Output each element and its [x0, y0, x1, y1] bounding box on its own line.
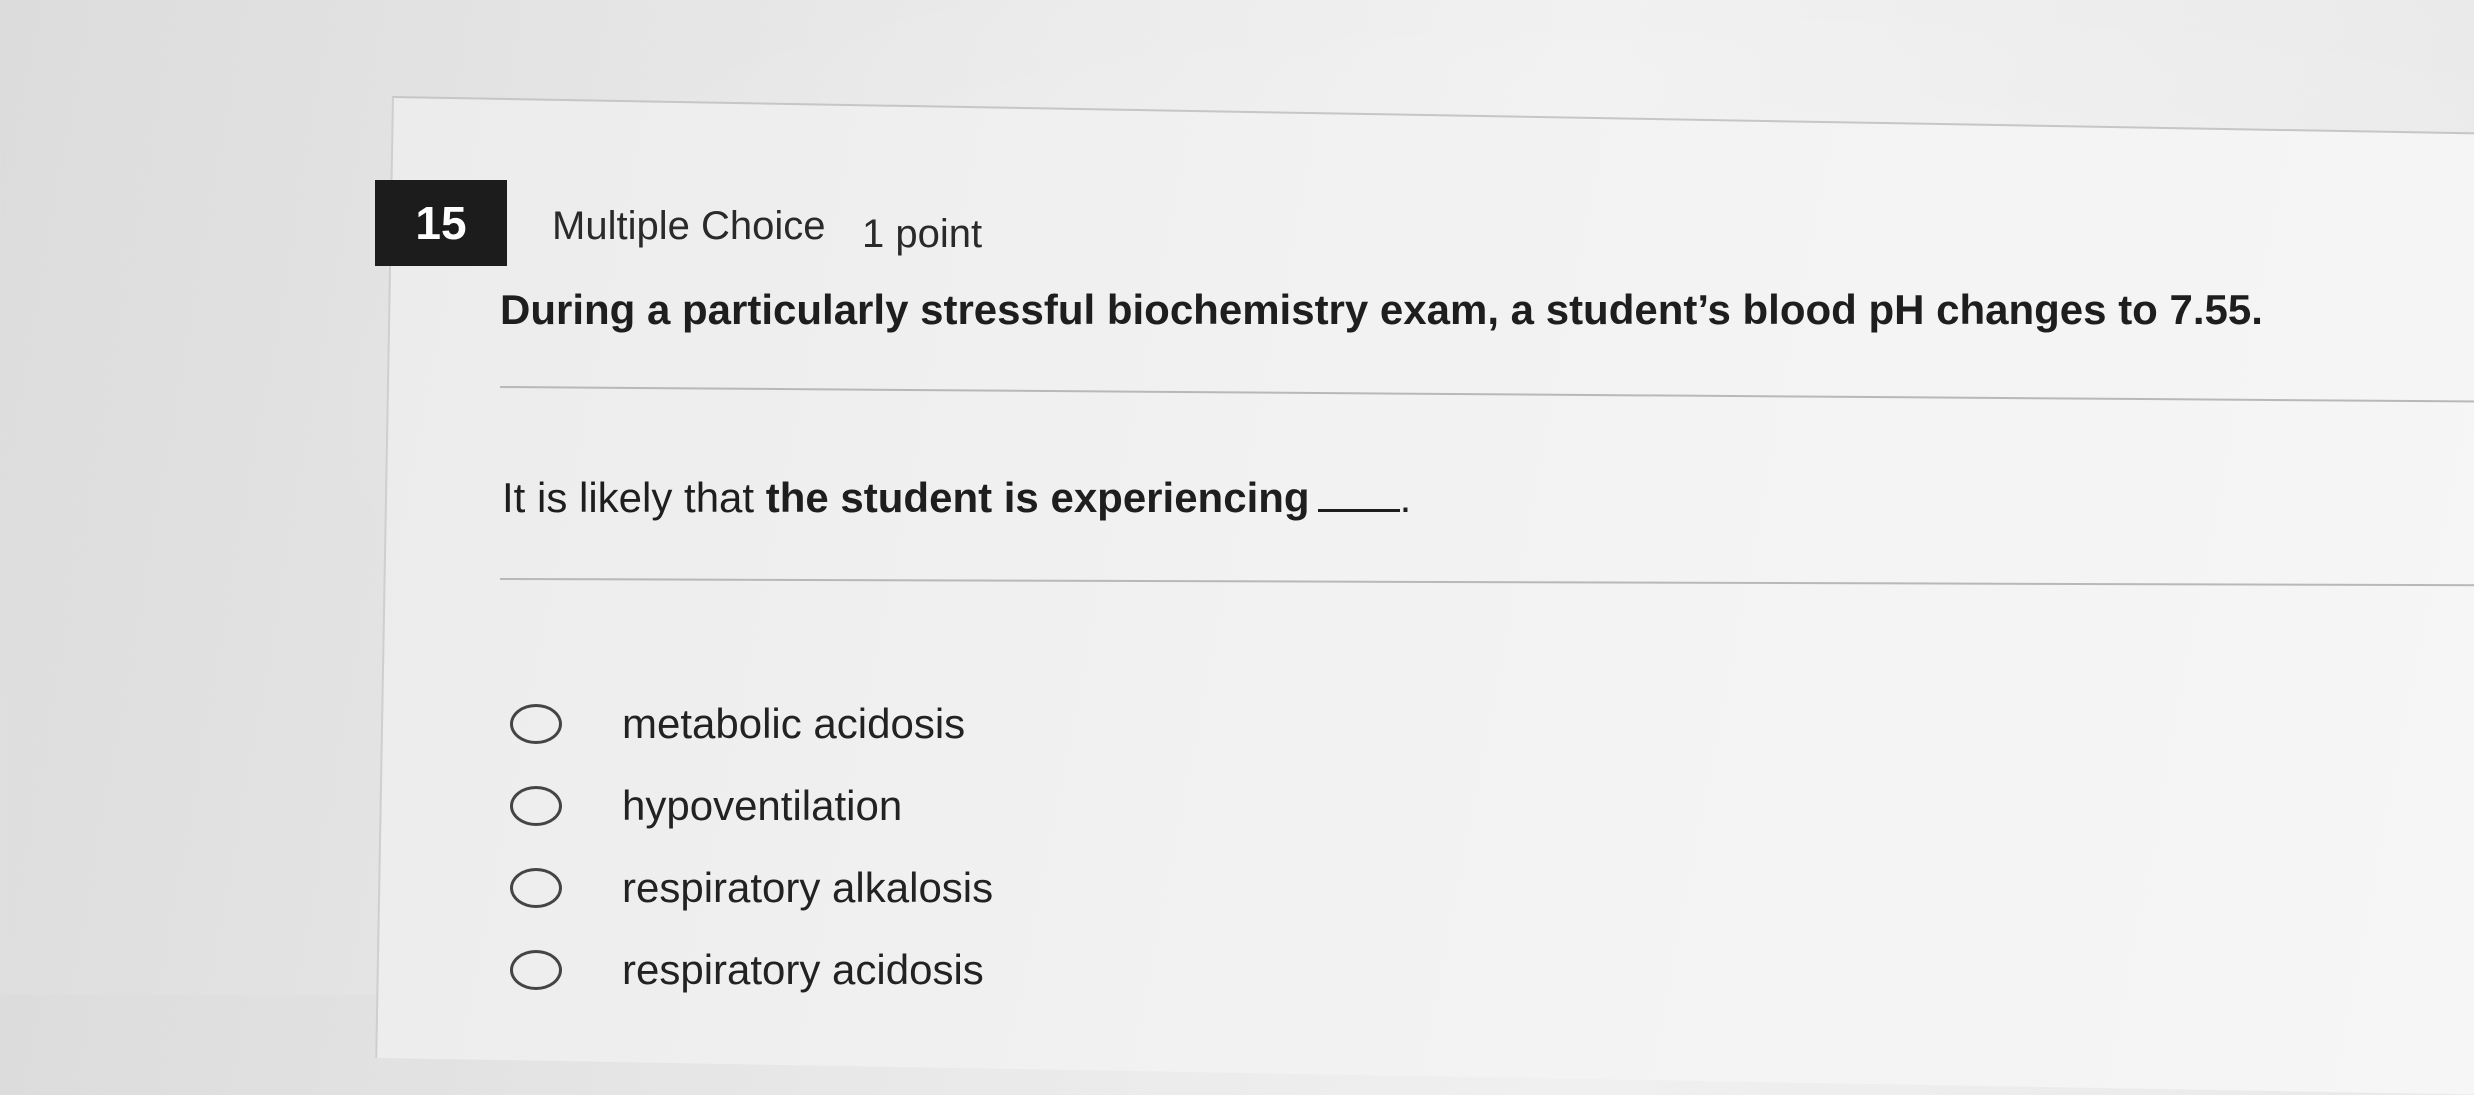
prompt-bold: the student is experiencing [765, 474, 1310, 521]
question-number: 15 [375, 180, 507, 266]
option-label: respiratory acidosis [622, 946, 984, 993]
radio-button[interactable] [510, 868, 562, 908]
option-label: metabolic acidosis [622, 700, 966, 747]
radio-button[interactable] [510, 704, 562, 744]
prompt-lead: It is likely that [502, 474, 755, 521]
question-points: 1 point [862, 212, 983, 256]
option-hypoventilation[interactable]: hypoventilation [510, 782, 902, 830]
option-label: respiratory alkalosis [622, 864, 994, 911]
option-respiratory-acidosis[interactable]: respiratory acidosis [510, 946, 984, 994]
option-respiratory-alkalosis[interactable]: respiratory alkalosis [510, 864, 993, 912]
radio-button[interactable] [510, 786, 562, 826]
radio-button[interactable] [510, 950, 562, 990]
question-prompt: It is likely that the student is experie… [502, 474, 1411, 522]
question-type: Multiple Choice [552, 204, 826, 248]
fill-in-blank [1317, 509, 1400, 512]
prompt-end: . [1399, 474, 1412, 521]
option-label: hypoventilation [622, 782, 903, 829]
question-stem: During a particularly stressful biochemi… [500, 286, 2263, 333]
option-metabolic-acidosis[interactable]: metabolic acidosis [510, 700, 965, 748]
